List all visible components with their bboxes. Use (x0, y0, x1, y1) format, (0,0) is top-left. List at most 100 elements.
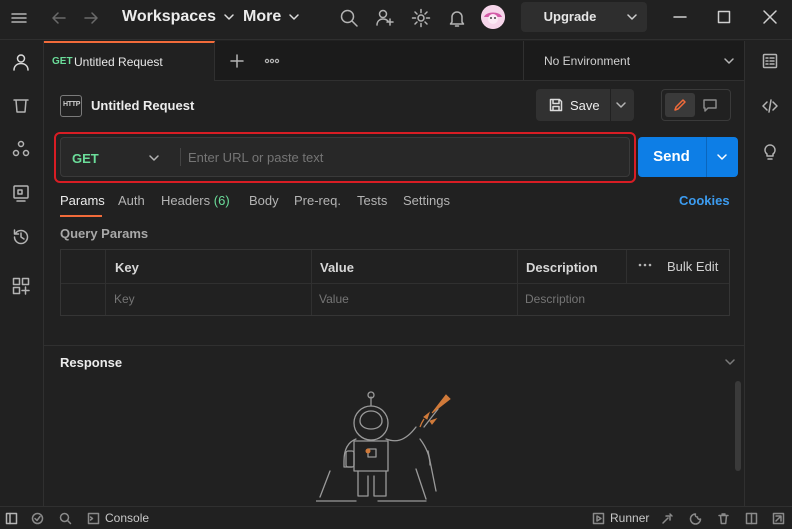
request-workspace: HTTP Untitled Request Save GET Send (44, 81, 744, 506)
back-arrow-icon[interactable] (50, 10, 68, 26)
bulk-edit-button[interactable]: Bulk Edit (667, 259, 718, 274)
column-header-key: Key (115, 260, 139, 275)
new-tab-plus-icon[interactable] (229, 53, 245, 69)
menu-icon[interactable] (10, 11, 28, 25)
tab-prereq[interactable]: Pre-req. (294, 193, 341, 208)
chevron-down-icon[interactable] (715, 150, 729, 164)
tab-params-label: Params (60, 193, 105, 208)
col-divider (311, 250, 312, 315)
more-label: More (243, 8, 282, 25)
top-bar: Workspaces More Upgrade (0, 0, 792, 40)
col-divider (105, 250, 106, 315)
lightbulb-icon[interactable] (761, 143, 779, 161)
forward-arrow-icon[interactable] (82, 10, 100, 26)
console-icon (87, 512, 100, 524)
code-icon[interactable] (761, 97, 779, 115)
settings-gear-icon[interactable] (411, 8, 431, 28)
cookies-icon[interactable] (689, 512, 702, 525)
left-sidebar (0, 41, 44, 506)
astronaut-illustration-icon (316, 391, 466, 506)
http-request-icon: HTTP (60, 95, 82, 117)
apis-icon[interactable] (11, 139, 31, 159)
column-header-value: Value (320, 260, 354, 275)
invite-user-icon[interactable] (375, 8, 395, 28)
find-replace-icon[interactable] (59, 512, 72, 525)
param-description-input[interactable] (522, 286, 722, 312)
tab-title: Untitled Request (74, 55, 163, 69)
save-label: Save (570, 98, 600, 113)
query-params-title: Query Params (60, 226, 149, 241)
active-tab-indicator (60, 215, 102, 217)
url-bar: GET (60, 137, 630, 177)
column-header-description: Description (526, 260, 598, 275)
more-options-icon[interactable] (638, 260, 652, 270)
save-button[interactable]: Save (536, 89, 610, 121)
chevron-down-icon[interactable] (614, 98, 628, 112)
col-divider (626, 250, 627, 283)
runner-label: Runner (610, 511, 650, 525)
help-icon[interactable] (772, 512, 785, 525)
trash-icon[interactable] (11, 95, 31, 115)
avatar[interactable] (481, 5, 505, 29)
console-button[interactable]: Console (87, 511, 149, 525)
params-table: Key Value Description Bulk Edit (60, 249, 730, 316)
headers-count: (6) (213, 193, 230, 208)
add-apps-icon[interactable] (11, 276, 31, 296)
row-divider (61, 283, 729, 284)
minimize-icon[interactable] (672, 9, 688, 25)
response-title: Response (60, 355, 123, 370)
tab-method: GET (52, 56, 73, 67)
runner-button[interactable]: Runner (592, 511, 649, 525)
edit-mode-button[interactable] (665, 93, 695, 117)
status-bar: Console Runner (0, 506, 792, 529)
environment-label: No Environment (544, 54, 631, 68)
history-icon[interactable] (11, 227, 31, 247)
tab-headers[interactable]: Headers (6) (161, 193, 230, 208)
cookies-link[interactable]: Cookies (679, 193, 730, 208)
mock-server-icon[interactable] (11, 183, 31, 203)
request-title[interactable]: Untitled Request (91, 98, 194, 113)
url-input[interactable] (185, 144, 615, 170)
toggle-sidebar-icon[interactable] (5, 512, 18, 525)
search-icon[interactable] (339, 8, 359, 28)
user-icon[interactable] (11, 52, 31, 72)
view-toggle-group (661, 89, 731, 121)
tab-body[interactable]: Body (249, 193, 279, 208)
chevron-down-icon (149, 155, 159, 161)
more-menu[interactable]: More (243, 8, 301, 26)
close-icon[interactable] (762, 9, 778, 25)
upgrade-label: Upgrade (543, 9, 597, 24)
two-pane-view-icon[interactable] (745, 512, 758, 525)
workspaces-menu[interactable]: Workspaces (122, 8, 236, 26)
chevron-down-icon[interactable] (625, 10, 639, 24)
scrollbar[interactable] (735, 381, 741, 471)
capture-requests-icon[interactable] (661, 512, 674, 525)
param-key-input[interactable] (111, 286, 306, 312)
tab-settings[interactable]: Settings (403, 193, 450, 208)
console-label: Console (105, 511, 150, 525)
tab-auth[interactable]: Auth (118, 193, 145, 208)
more-tabs-icon[interactable] (264, 53, 280, 69)
notifications-bell-icon[interactable] (447, 8, 467, 28)
tab-params[interactable]: Params (60, 193, 105, 217)
divider (44, 345, 744, 346)
environment-quick-look-icon[interactable] (761, 52, 779, 70)
send-button[interactable]: Send (638, 137, 705, 177)
online-status-icon[interactable] (31, 512, 44, 525)
method-selector[interactable]: GET (61, 138, 180, 176)
workspaces-label: Workspaces (122, 8, 216, 25)
maximize-icon[interactable] (716, 9, 732, 25)
chevron-down-icon[interactable] (723, 355, 737, 369)
request-tab[interactable]: GET Untitled Request (44, 41, 215, 81)
right-sidebar (744, 41, 792, 506)
param-value-input[interactable] (316, 286, 511, 312)
send-button-group: Send (638, 137, 738, 177)
save-button-group: Save (536, 89, 634, 121)
upgrade-button[interactable]: Upgrade (521, 2, 647, 32)
environment-selector[interactable]: No Environment (523, 41, 744, 81)
chevron-down-icon (289, 14, 299, 20)
method-label: GET (72, 151, 99, 166)
comments-icon[interactable] (702, 98, 718, 112)
trash-icon[interactable] (717, 512, 730, 525)
tab-tests[interactable]: Tests (357, 193, 387, 208)
